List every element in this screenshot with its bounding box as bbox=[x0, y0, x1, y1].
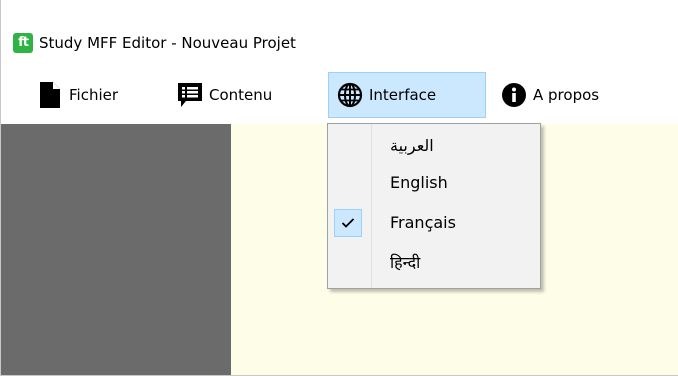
check-slot bbox=[334, 249, 362, 277]
menu-option-english[interactable]: English bbox=[328, 164, 540, 202]
menu-option-arabic[interactable]: العربية bbox=[328, 127, 540, 165]
app-window: ft Study MFF Editor - Nouveau Projet Fic… bbox=[0, 0, 678, 376]
menu-contenu[interactable]: Contenu bbox=[169, 72, 280, 118]
file-icon bbox=[37, 82, 63, 108]
globe-icon bbox=[337, 82, 363, 108]
list-box-icon bbox=[177, 82, 203, 108]
check-slot bbox=[334, 132, 362, 160]
app-logo: ft bbox=[13, 33, 33, 53]
title-bar: ft Study MFF Editor - Nouveau Projet bbox=[1, 0, 678, 66]
menu-option-label: العربية bbox=[390, 136, 434, 155]
menu-option-hindi[interactable]: हिन्दी bbox=[328, 244, 540, 282]
checkmark-icon bbox=[334, 209, 362, 237]
menu-option-label: English bbox=[390, 173, 448, 192]
menu-interface-label: Interface bbox=[369, 86, 437, 104]
menu-a-propos[interactable]: A propos bbox=[493, 72, 607, 118]
menu-contenu-label: Contenu bbox=[209, 86, 273, 104]
menu-option-label: Français bbox=[390, 213, 456, 232]
interface-dropdown-menu: العربية English Français हिन्दी bbox=[327, 123, 541, 289]
window-title: Study MFF Editor - Nouveau Projet bbox=[39, 34, 296, 52]
menu-a-propos-label: A propos bbox=[533, 86, 600, 104]
left-panel bbox=[1, 124, 231, 375]
menu-option-french[interactable]: Français bbox=[328, 204, 540, 242]
check-slot bbox=[334, 169, 362, 197]
menu-option-label: हिन्दी bbox=[390, 253, 421, 272]
menu-fichier-label: Fichier bbox=[69, 86, 119, 104]
info-icon bbox=[501, 82, 527, 108]
menu-interface[interactable]: Interface bbox=[328, 72, 486, 118]
menu-fichier[interactable]: Fichier bbox=[29, 72, 126, 118]
menu-bar: Fichier Contenu Interface A propos bbox=[1, 66, 678, 124]
